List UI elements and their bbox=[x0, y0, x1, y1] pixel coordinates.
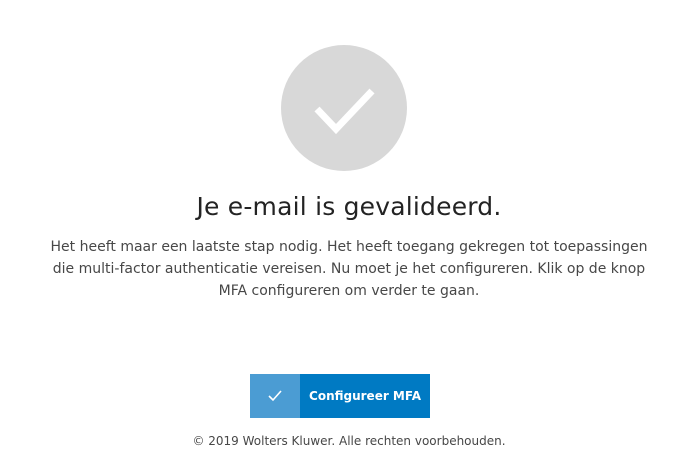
configure-mfa-button[interactable]: Configureer MFA bbox=[250, 374, 430, 418]
success-checkmark-circle bbox=[281, 45, 407, 171]
description-text: Het heeft maar een laatste stap nodig. H… bbox=[50, 239, 648, 299]
checkmark-icon bbox=[250, 374, 300, 418]
configure-mfa-label: Configureer MFA bbox=[309, 389, 421, 403]
checkmark-circle-icon bbox=[314, 88, 375, 135]
page-title: Je e-mail is gevalideerd. bbox=[196, 192, 502, 221]
footer-copyright: © 2019 Wolters Kluwer. Alle rechten voor… bbox=[192, 434, 506, 448]
